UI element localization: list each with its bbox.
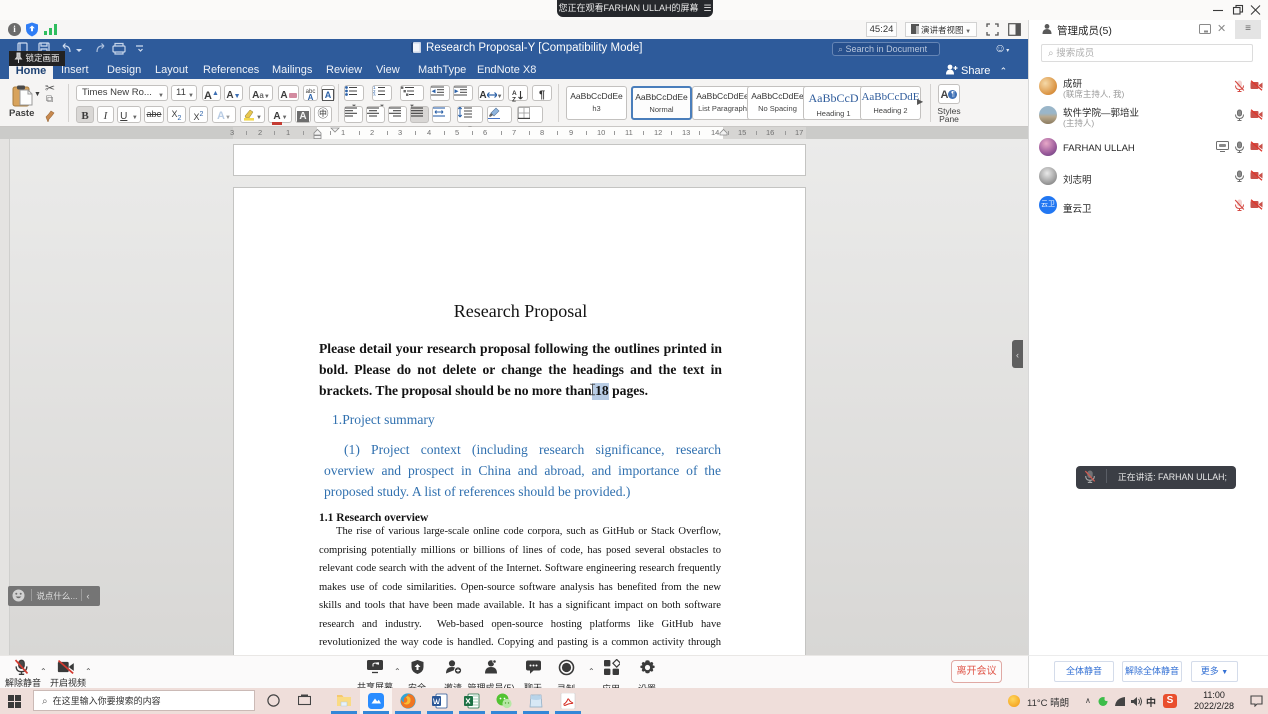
svg-text:Z: Z — [512, 97, 516, 103]
svg-text:3: 3 — [373, 92, 376, 96]
